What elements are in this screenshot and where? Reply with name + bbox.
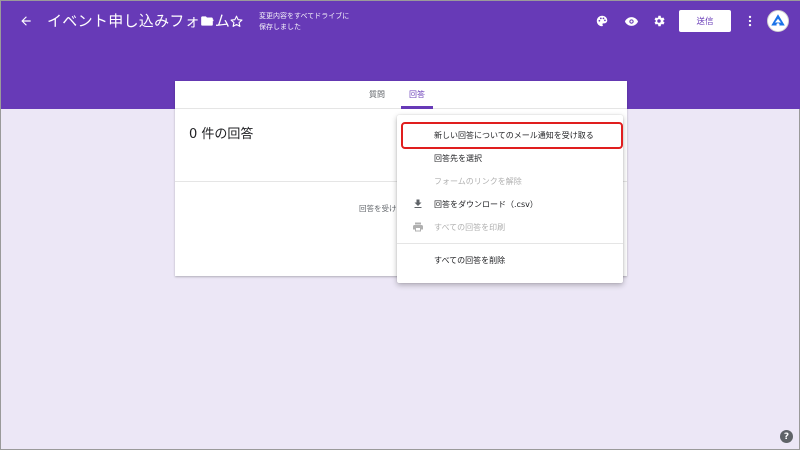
folder-icon[interactable]	[196, 10, 218, 32]
menu-item-delete-all[interactable]: すべての回答を削除	[397, 249, 623, 271]
palette-icon[interactable]	[591, 10, 613, 32]
more-vert-icon[interactable]	[739, 10, 761, 32]
menu-item-unlink-form: フォームのリンクを解除	[397, 170, 623, 192]
tab-questions[interactable]: 質問	[369, 89, 385, 100]
menu-item-select-destination[interactable]: 回答先を選択	[397, 147, 623, 169]
save-status-line-1: 変更内容をすべてドライブに	[259, 12, 350, 20]
avatar[interactable]	[767, 10, 789, 32]
active-tab-indicator	[401, 106, 433, 109]
download-icon	[411, 197, 425, 211]
save-status-line-2: 保存しました	[259, 23, 301, 31]
accepting-responses-label: 回答を受け	[359, 204, 397, 213]
top-bar: イベント申し込みフォーム 変更内容をすべてドライブに 保存しました 送信	[1, 1, 800, 41]
menu-item-label: すべての回答を印刷	[434, 222, 506, 232]
menu-divider	[397, 243, 623, 244]
menu-item-label: 回答をダウンロード（.csv）	[434, 199, 538, 209]
menu-item-download-csv[interactable]: 回答をダウンロード（.csv）	[397, 193, 623, 215]
send-button[interactable]: 送信	[679, 10, 731, 32]
star-icon[interactable]	[225, 10, 247, 32]
save-status: 変更内容をすべてドライブに 保存しました	[259, 11, 369, 33]
menu-item-label: 回答先を選択	[434, 153, 482, 163]
help-icon[interactable]: ?	[780, 430, 793, 443]
highlight-annotation	[401, 122, 623, 149]
print-icon	[411, 220, 425, 234]
response-count: 0 件の回答	[189, 127, 254, 142]
eye-icon[interactable]	[620, 10, 642, 32]
menu-item-label: すべての回答を削除	[434, 255, 506, 265]
tab-bar: 質問 回答	[175, 81, 627, 109]
menu-item-label: フォームのリンクを解除	[434, 176, 522, 186]
gear-icon[interactable]	[648, 10, 670, 32]
menu-item-print-all: すべての回答を印刷	[397, 216, 623, 238]
tab-responses[interactable]: 回答	[409, 89, 425, 100]
back-arrow-icon[interactable]	[15, 10, 37, 32]
